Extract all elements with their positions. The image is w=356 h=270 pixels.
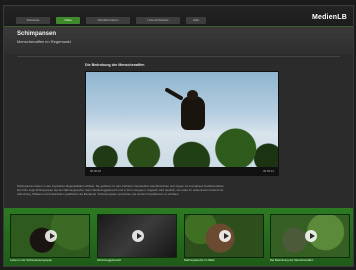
thumbnail-1-label[interactable]: Leben in der Schimpansengruppe [10, 258, 90, 263]
tab-unterrichtsreihe[interactable]: Unterrichtsreihe [136, 17, 180, 24]
tab-startseite[interactable]: Startseite [16, 17, 50, 24]
play-icon [132, 230, 144, 242]
tab-video[interactable]: Video [56, 17, 80, 24]
video-frame-chimp-arm [164, 87, 184, 101]
thumbnail-3[interactable] [184, 214, 264, 258]
video-time-total: 00:03:12 [263, 169, 274, 173]
thumbnail-strip: Leben in der Schimpansengruppe Werkzeugg… [4, 208, 353, 266]
play-icon [219, 230, 231, 242]
video-time-current: 00:00:00 [90, 169, 101, 173]
video-frame-foliage [86, 122, 278, 167]
thumbnail-3-label[interactable]: Nahrungssuche im Wald [184, 258, 264, 263]
page-subtitle: Menschenaffen im Regenwald [17, 39, 71, 44]
video-frame-chimp [181, 96, 205, 130]
video-frame-chimp-head [187, 90, 198, 100]
video-title: Die Bedrohung der Menschenaffen [85, 63, 145, 67]
description-line: Abholzung, Wilderei und Krankheiten gefä… [17, 192, 180, 196]
tab-hilfe[interactable]: Hilfe [186, 17, 206, 24]
play-icon [305, 230, 317, 242]
divider [17, 56, 340, 57]
page-title: Schimpansen [17, 31, 57, 37]
video-player[interactable]: 00:00:00 00:03:12 [85, 71, 279, 176]
app-window: Startseite Video Schulfernsehen Unterric… [3, 5, 354, 267]
thumbnail-4[interactable] [270, 214, 350, 258]
page-header: Schimpansen Menschenaffen im Regenwald [4, 27, 353, 55]
play-icon [45, 230, 57, 242]
tab-schulfernsehen[interactable]: Schulfernsehen [86, 17, 130, 24]
top-navigation: Startseite Video Schulfernsehen Unterric… [4, 6, 353, 27]
brand-logo[interactable]: MedienLB [312, 14, 347, 21]
video-description: Schimpansen leben in den tropischen Rege… [17, 184, 340, 196]
thumbnail-4-label[interactable]: Die Bedrohung der Menschenaffen [270, 258, 350, 263]
video-controls[interactable]: 00:00:00 00:03:12 [86, 167, 278, 175]
thumbnail-2-label[interactable]: Werkzeuggebrauch [97, 258, 177, 263]
thumbnail-2[interactable] [97, 214, 177, 258]
thumbnail-1[interactable] [10, 214, 90, 258]
